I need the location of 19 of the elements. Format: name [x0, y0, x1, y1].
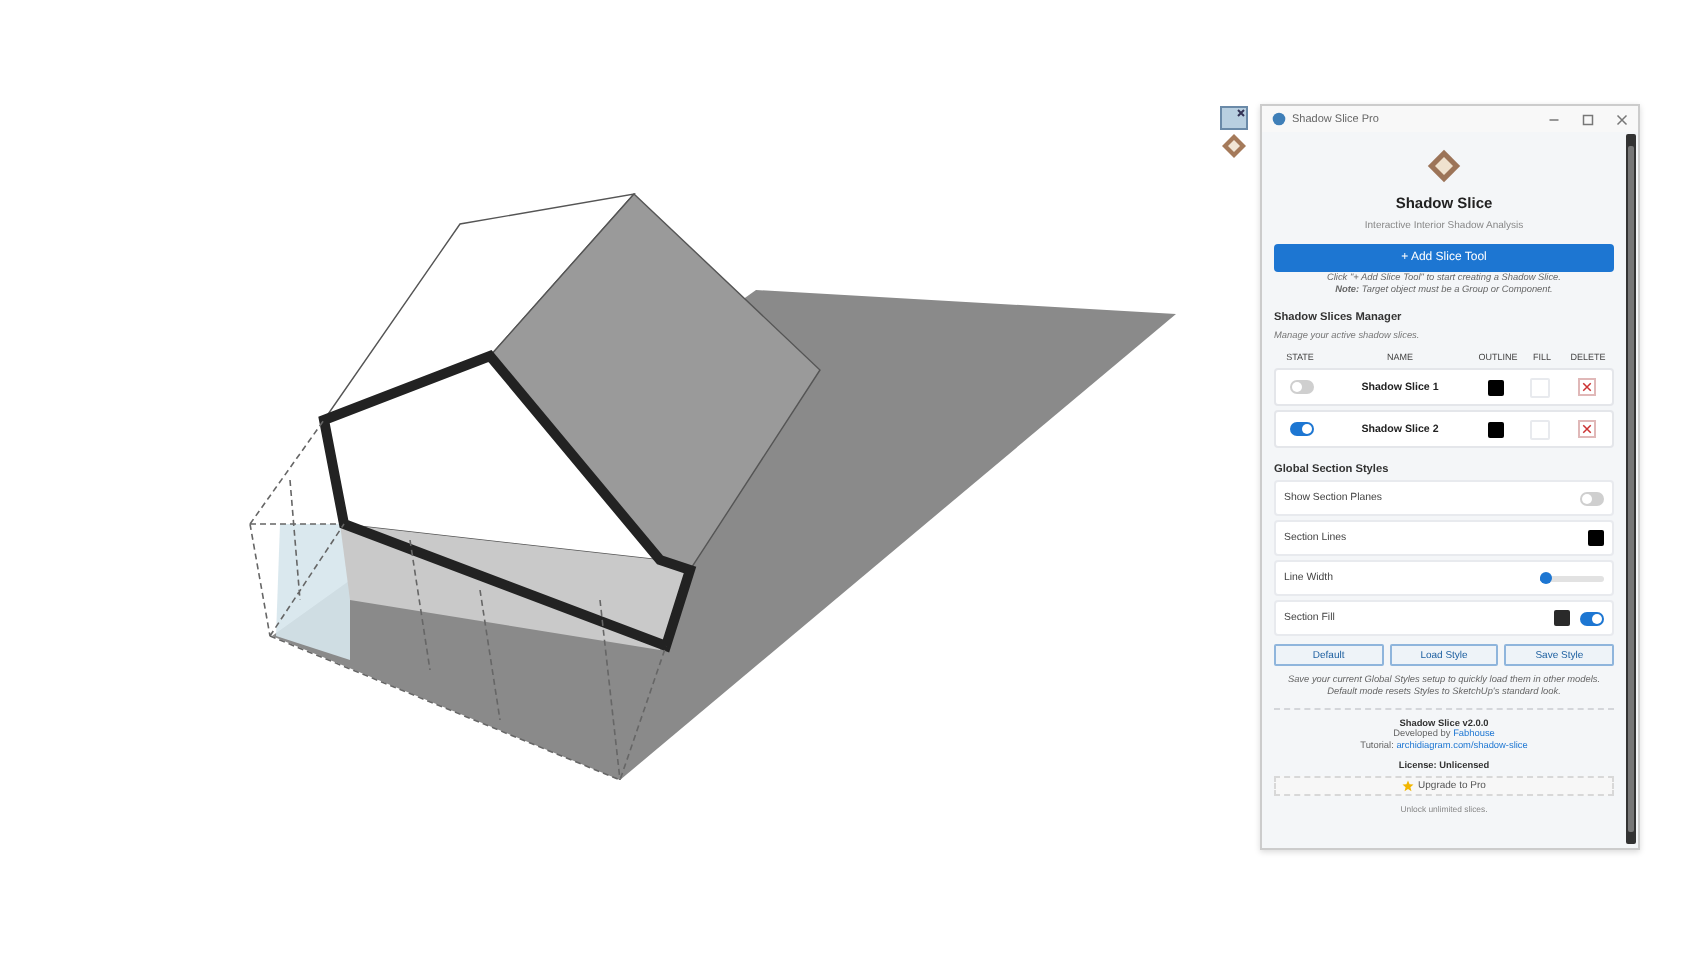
- delete-button[interactable]: [1577, 378, 1595, 396]
- minimize-icon[interactable]: [1548, 113, 1560, 125]
- close-icon[interactable]: [1616, 113, 1628, 125]
- outline-swatch[interactable]: [1488, 421, 1504, 437]
- state-toggle[interactable]: [1290, 380, 1314, 394]
- slider-thumb[interactable]: [1540, 572, 1553, 584]
- outline-swatch[interactable]: [1488, 379, 1504, 395]
- toggle-switch[interactable]: [1580, 491, 1604, 505]
- state-toggle[interactable]: [1290, 422, 1314, 436]
- slice-logo-icon: [1426, 148, 1462, 184]
- slice-icon[interactable]: [1220, 134, 1248, 158]
- delete-button[interactable]: [1577, 420, 1595, 438]
- scrollbar[interactable]: [1626, 134, 1636, 844]
- star-icon: [1402, 780, 1415, 792]
- window-icon[interactable]: [1220, 106, 1248, 130]
- color-swatch[interactable]: [1588, 530, 1604, 546]
- color-swatch[interactable]: [1554, 610, 1570, 626]
- toggle-switch[interactable]: [1580, 611, 1604, 625]
- maximize-icon[interactable]: [1582, 113, 1594, 125]
